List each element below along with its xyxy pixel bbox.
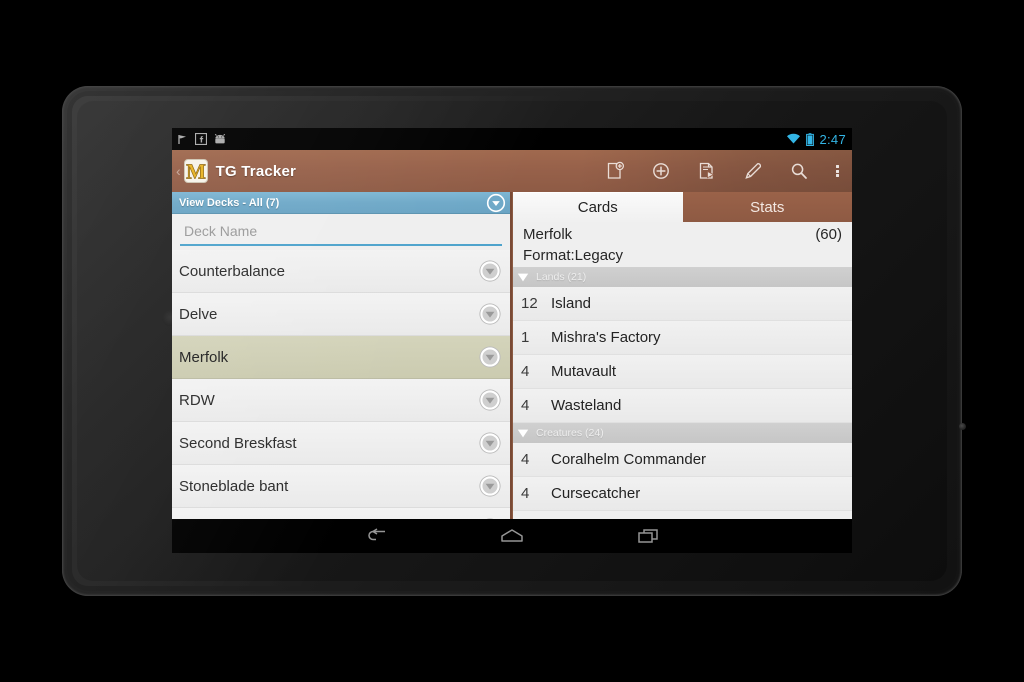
deck-row-label: Merfolk xyxy=(179,348,229,366)
screenshot-stage: 2:47 ‹ M TG Tracker View Decks - All (7)… xyxy=(0,0,1024,682)
search-icon[interactable] xyxy=(776,150,822,192)
deck-row[interactable]: Second Breskfast xyxy=(172,422,510,465)
card-section-header[interactable]: Lands (21) xyxy=(513,267,852,287)
deck-row-label: RDW xyxy=(179,391,215,409)
deck-row[interactable]: Stoneblade bant xyxy=(172,465,510,508)
tab-stats[interactable]: Stats xyxy=(683,192,853,222)
deck-name-field-wrap xyxy=(172,214,510,250)
android-robot-icon xyxy=(214,133,226,143)
deck-list-pane: View Decks - All (7) Counterbalance Delve… xyxy=(172,192,512,519)
card-row[interactable]: 4 Cursecatcher xyxy=(513,477,852,511)
action-bar: ‹ M TG Tracker xyxy=(172,150,852,192)
overflow-dot xyxy=(835,174,839,177)
chevron-down-circle-icon[interactable] xyxy=(478,474,502,498)
deck-meta: Merfolk (60) Format:Legacy xyxy=(513,222,852,267)
card-section-label: Creatures (24) xyxy=(536,427,604,439)
add-card-icon[interactable] xyxy=(638,150,684,192)
card-row[interactable]: 4 Wasteland xyxy=(513,389,852,423)
chevron-down-circle-icon[interactable] xyxy=(478,517,502,519)
deck-row-label: Counterbalance xyxy=(179,262,285,280)
card-name: Wasteland xyxy=(551,397,622,414)
flag-icon xyxy=(178,134,186,144)
app-body: View Decks - All (7) Counterbalance Delve… xyxy=(172,192,852,519)
view-decks-spinner[interactable]: View Decks - All (7) xyxy=(172,192,510,214)
card-quantity: 4 xyxy=(521,485,530,502)
wifi-icon xyxy=(787,133,801,144)
deck-format: Format:Legacy xyxy=(523,247,624,264)
status-clock: 2:47 xyxy=(819,131,846,147)
card-name: Cursecatcher xyxy=(551,485,641,502)
deck-row[interactable]: Counterbalance xyxy=(172,250,510,293)
deck-rows[interactable]: Counterbalance Delve Merfolk RDW Second Bres… xyxy=(172,250,510,519)
card-section-label: Lands (21) xyxy=(536,271,587,283)
deck-title-line: Merfolk (60) xyxy=(523,224,842,245)
status-system-icons: 2:47 xyxy=(786,132,846,147)
chevron-down-circle-icon[interactable] xyxy=(478,388,502,412)
battery-icon xyxy=(806,132,815,146)
card-list[interactable]: Lands (21) 12 Island 1 Mishra's Factory 4 Muta… xyxy=(513,267,852,511)
tablet-screen: 2:47 ‹ M TG Tracker View Decks - All (7)… xyxy=(172,128,852,553)
deck-name-input[interactable] xyxy=(180,220,502,246)
deck-title: Merfolk xyxy=(523,226,573,243)
chevron-down-circle-icon[interactable] xyxy=(478,431,502,455)
nav-back-icon[interactable] xyxy=(356,521,396,551)
deck-row[interactable]: Delve xyxy=(172,293,510,336)
svg-text:M: M xyxy=(186,160,206,184)
deck-format-line: Format:Legacy xyxy=(523,245,842,266)
card-name: Island xyxy=(551,295,592,312)
tab-cards[interactable]: Cards xyxy=(513,192,683,222)
action-bar-buttons xyxy=(592,150,852,192)
deck-row-label: Second Breskfast xyxy=(179,434,297,452)
card-name: Mishra's Factory xyxy=(551,329,661,346)
caret-down-icon[interactable] xyxy=(516,270,530,284)
facebook-icon xyxy=(195,133,207,145)
card-row[interactable]: 4 Coralhelm Commander xyxy=(513,443,852,477)
deck-row-partial[interactable] xyxy=(172,508,510,519)
card-quantity: 12 xyxy=(521,295,538,312)
m-logo-icon: M xyxy=(183,159,208,184)
detail-tabs[interactable]: Cards Stats xyxy=(513,192,852,222)
deck-card-count: (60) xyxy=(815,226,842,243)
chevron-down-circle-icon[interactable] xyxy=(486,193,506,213)
chevron-down-circle-icon[interactable] xyxy=(478,345,502,369)
deck-detail-pane: Cards Stats Merfolk (60) Format:Legacy La… xyxy=(512,192,852,519)
card-name: Mutavault xyxy=(551,363,617,380)
deck-row-label: Stoneblade bant xyxy=(179,477,289,495)
app-title: TG Tracker xyxy=(215,162,297,180)
chevron-down-circle-icon[interactable] xyxy=(478,259,502,283)
android-nav-bar xyxy=(172,519,852,553)
card-name: Coralhelm Commander xyxy=(551,451,707,468)
status-notification-icons xyxy=(176,133,228,146)
deck-row[interactable]: RDW xyxy=(172,379,510,422)
caret-down-icon[interactable] xyxy=(516,426,530,440)
overflow-dot xyxy=(835,169,839,173)
deck-row[interactable]: Merfolk xyxy=(172,336,510,379)
nav-recents-icon[interactable] xyxy=(628,521,668,551)
chevron-down-circle-icon[interactable] xyxy=(478,302,502,326)
card-quantity: 4 xyxy=(521,451,530,468)
view-decks-label: View Decks - All (7) xyxy=(179,196,280,209)
card-section-header[interactable]: Creatures (24) xyxy=(513,423,852,443)
card-quantity: 4 xyxy=(521,397,530,414)
status-bar: 2:47 xyxy=(172,128,852,150)
rear-sensor-icon xyxy=(959,423,966,430)
card-row[interactable]: 4 Mutavault xyxy=(513,355,852,389)
card-quantity: 1 xyxy=(521,329,530,346)
overflow-dot xyxy=(835,165,839,168)
nav-home-icon[interactable] xyxy=(492,521,532,551)
back-chevron-icon[interactable]: ‹ xyxy=(172,164,182,178)
card-row[interactable]: 1 Mishra's Factory xyxy=(513,321,852,355)
play-deck-icon[interactable] xyxy=(684,150,730,192)
overflow-menu-icon[interactable] xyxy=(822,150,852,192)
deck-row-label: Delve xyxy=(179,305,218,323)
card-quantity: 4 xyxy=(521,363,530,380)
card-row[interactable]: 12 Island xyxy=(513,287,852,321)
new-deck-icon[interactable] xyxy=(592,150,638,192)
edit-icon[interactable] xyxy=(730,150,776,192)
